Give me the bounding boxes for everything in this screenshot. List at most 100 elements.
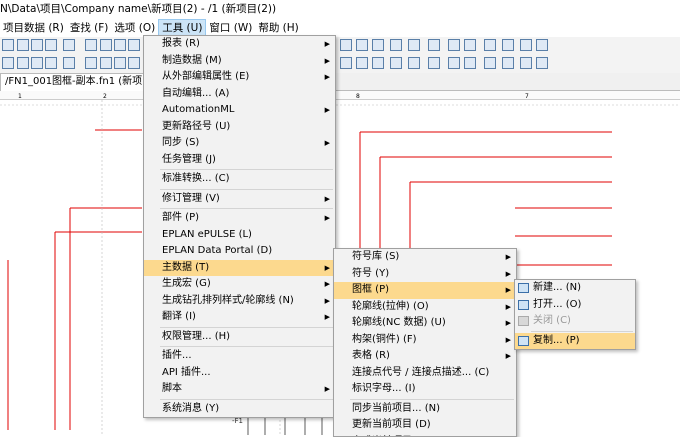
toolbar-button-icon[interactable] xyxy=(45,57,57,69)
toolbar-button-icon[interactable] xyxy=(502,39,514,51)
menu-item[interactable]: 符号 (Y)▶ xyxy=(334,266,516,283)
menu-item-label: 新建... (N) xyxy=(533,282,581,293)
toolbar-button-icon[interactable] xyxy=(372,39,384,51)
menu-item-label: 主数据 (T) xyxy=(162,262,209,273)
menu-item[interactable]: 项目数据 (R) xyxy=(0,19,67,37)
toolbar-button-icon[interactable] xyxy=(45,39,57,51)
tools-menu: 报表 (R)▶制造数据 (M)▶从外部编辑属性 (E)▶自动编辑... (A)A… xyxy=(143,35,336,418)
menu-item[interactable]: 复制... (P) xyxy=(515,333,635,350)
toolbar-button-icon[interactable] xyxy=(408,39,420,51)
menu-item[interactable]: 系统消息 (Y) xyxy=(144,401,335,418)
toolbar-button-icon[interactable] xyxy=(2,57,14,69)
menu-item[interactable]: 查找 (F) xyxy=(67,19,112,37)
menu-item[interactable]: 插件... xyxy=(144,348,335,365)
menu-item[interactable]: 主数据 (T)▶ xyxy=(144,260,335,277)
toolbar-button-icon[interactable] xyxy=(17,57,29,69)
toolbar-button-icon[interactable] xyxy=(428,39,440,51)
menu-item[interactable]: API 插件... xyxy=(144,365,335,382)
menu-item[interactable]: 打开... (O) xyxy=(515,297,635,314)
menu-item-label: AutomationML xyxy=(162,104,234,115)
toolbar-button-icon[interactable] xyxy=(502,57,514,69)
menu-item[interactable]: 任务管理 (J) xyxy=(144,152,335,169)
menu-item[interactable]: 修订管理 (V)▶ xyxy=(144,191,335,208)
toolbar-button-icon[interactable] xyxy=(448,39,460,51)
toolbar-button-icon[interactable] xyxy=(520,57,532,69)
menu-item[interactable]: 构架(铜件) (F)▶ xyxy=(334,332,516,349)
menu-item[interactable]: EPLAN ePULSE (L) xyxy=(144,227,335,244)
menu-item[interactable]: 报表 (R)▶ xyxy=(144,36,335,53)
menu-item[interactable]: 轮廓线(NC 数据) (U)▶ xyxy=(334,315,516,332)
menu-item[interactable]: 图框 (P)▶ xyxy=(334,282,516,299)
menu-item[interactable]: 从外部编辑属性 (E)▶ xyxy=(144,69,335,86)
toolbar-button-icon[interactable] xyxy=(340,57,352,69)
menu-item[interactable]: 符号库 (S)▶ xyxy=(334,249,516,266)
submenu-arrow-icon: ▶ xyxy=(325,293,330,310)
menu-item-label: 轮廓线(NC 数据) (U) xyxy=(352,317,446,328)
toolbar-button-icon[interactable] xyxy=(114,39,126,51)
menu-item-label: 打开... (O) xyxy=(533,299,581,310)
menu-item: 关闭 (C) xyxy=(515,313,635,330)
menu-item[interactable]: 连接点代号 / 连接点描述... (C) xyxy=(334,365,516,382)
toolbar-button-icon[interactable] xyxy=(408,57,420,69)
toolbar-button-icon[interactable] xyxy=(100,57,112,69)
menu-item[interactable]: 生成宏 (G)▶ xyxy=(144,276,335,293)
toolbar-button-icon[interactable] xyxy=(114,57,126,69)
toolbar-button-icon[interactable] xyxy=(85,57,97,69)
menu-item[interactable]: AutomationML▶ xyxy=(144,102,335,119)
toolbar-button-icon[interactable] xyxy=(372,57,384,69)
toolbar-button-icon[interactable] xyxy=(31,57,43,69)
menu-item[interactable]: 同步 (S)▶ xyxy=(144,135,335,152)
toolbar-button-icon[interactable] xyxy=(340,39,352,51)
menu-item-label: 报表 (R) xyxy=(162,38,200,49)
toolbar-button-icon[interactable] xyxy=(85,39,97,51)
toolbar-button-icon[interactable] xyxy=(356,57,368,69)
menu-item[interactable]: 标识字母... (I) xyxy=(334,381,516,398)
menu-item[interactable]: 权限管理... (H) xyxy=(144,329,335,346)
menu-item[interactable]: 脚本▶ xyxy=(144,381,335,398)
menu-item[interactable]: 完成当前项目 (M) xyxy=(334,434,516,437)
toolbar-button-icon[interactable] xyxy=(356,39,368,51)
menu-separator xyxy=(531,331,633,332)
toolbar-button-icon[interactable] xyxy=(536,39,548,51)
menu-item[interactable]: 轮廓线(拉伸) (O)▶ xyxy=(334,299,516,316)
menu-item[interactable]: EPLAN Data Portal (D) xyxy=(144,243,335,260)
toolbar-button-icon[interactable] xyxy=(100,39,112,51)
menu-separator xyxy=(160,327,333,328)
copy-icon xyxy=(518,336,529,346)
menu-item[interactable]: 翻译 (I)▶ xyxy=(144,309,335,326)
toolbar-button-icon[interactable] xyxy=(128,57,140,69)
toolbar-button-icon[interactable] xyxy=(484,39,496,51)
window-title: N\Data\项目\Company name\新项目(2) - /1 (新项目(… xyxy=(0,0,680,19)
menu-item[interactable]: 新建... (N) xyxy=(515,280,635,297)
frame-submenu: 新建... (N) 打开... (O) 关闭 (C) 复制... (P) xyxy=(514,279,636,350)
toolbar-button-icon[interactable] xyxy=(520,39,532,51)
toolbar-button-icon[interactable] xyxy=(2,39,14,51)
toolbar-button-icon[interactable] xyxy=(390,39,402,51)
menu-item[interactable]: 更新路径号 (U) xyxy=(144,119,335,136)
toolbar-button-icon[interactable] xyxy=(17,39,29,51)
menu-item[interactable]: 生成钻孔排列样式/轮廓线 (N)▶ xyxy=(144,293,335,310)
menu-item[interactable]: 自动编辑... (A) xyxy=(144,86,335,103)
ruler-number: 2 xyxy=(103,93,107,99)
toolbar-button-icon[interactable] xyxy=(128,39,140,51)
toolbar-button-icon[interactable] xyxy=(63,39,75,51)
menu-item[interactable]: 标准转换... (C) xyxy=(144,171,335,188)
toolbar-button-icon[interactable] xyxy=(63,57,75,69)
toolbar-button-icon[interactable] xyxy=(428,57,440,69)
submenu-arrow-icon: ▶ xyxy=(325,135,330,152)
toolbar-button-icon[interactable] xyxy=(464,39,476,51)
menu-item[interactable]: 同步当前项目... (N) xyxy=(334,401,516,418)
menu-item-label: API 插件... xyxy=(162,367,211,378)
ruler-number: 7 xyxy=(525,93,529,99)
toolbar-button-icon[interactable] xyxy=(536,57,548,69)
menu-item[interactable]: 表格 (R)▶ xyxy=(334,348,516,365)
toolbar-button-icon[interactable] xyxy=(464,57,476,69)
menu-item[interactable]: 更新当前项目 (D) xyxy=(334,417,516,434)
menu-item[interactable]: 部件 (P)▶ xyxy=(144,210,335,227)
menu-item[interactable]: 制造数据 (M)▶ xyxy=(144,53,335,70)
close-doc-icon xyxy=(518,316,529,326)
toolbar-button-icon[interactable] xyxy=(31,39,43,51)
toolbar-button-icon[interactable] xyxy=(390,57,402,69)
toolbar-button-icon[interactable] xyxy=(484,57,496,69)
toolbar-button-icon[interactable] xyxy=(448,57,460,69)
